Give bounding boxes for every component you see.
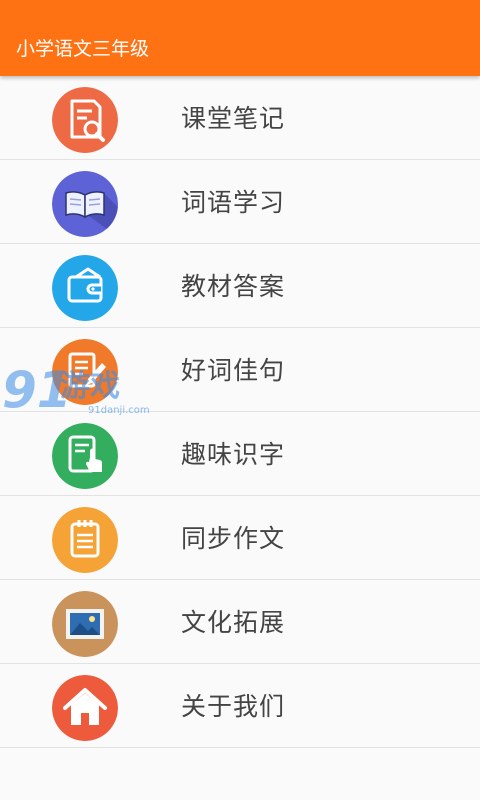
wallet-icon: [52, 255, 118, 321]
notes-search-icon: [52, 87, 118, 153]
menu-item-good-sentences[interactable]: 好词佳句: [0, 328, 480, 412]
open-book-icon: [52, 171, 118, 237]
home-icon: [52, 675, 118, 741]
menu-item-label: 同步作文: [181, 524, 286, 553]
tablet-touch-icon: [52, 423, 118, 489]
menu-item-label: 课堂笔记: [181, 104, 286, 133]
menu-item-composition[interactable]: 同步作文: [0, 496, 480, 580]
menu-item-label: 关于我们: [181, 692, 286, 721]
menu-item-fun-characters[interactable]: 趣味识字: [0, 412, 480, 496]
menu-item-label: 好词佳句: [181, 356, 286, 385]
menu-item-label: 教材答案: [181, 272, 286, 301]
app-title: 小学语文三年级: [16, 38, 150, 60]
app-bar: 小学语文三年级: [0, 0, 480, 76]
picture-frame-icon: [52, 591, 118, 657]
menu-item-textbook-answers[interactable]: 教材答案: [0, 244, 480, 328]
menu-item-culture[interactable]: 文化拓展: [0, 580, 480, 664]
menu-item-label: 趣味识字: [181, 440, 286, 469]
menu-item-about-us[interactable]: 关于我们: [0, 664, 480, 748]
notepad-icon: [52, 507, 118, 573]
menu-item-class-notes[interactable]: 课堂笔记: [0, 76, 480, 160]
menu-list: 课堂笔记 词语学习 教材答案 好词佳句 趣味识字 同步作文 文化拓展 关于我们: [0, 76, 480, 748]
document-pen-icon: [52, 339, 118, 405]
menu-item-label: 词语学习: [181, 188, 286, 217]
menu-item-vocabulary[interactable]: 词语学习: [0, 160, 480, 244]
menu-item-label: 文化拓展: [181, 608, 286, 637]
